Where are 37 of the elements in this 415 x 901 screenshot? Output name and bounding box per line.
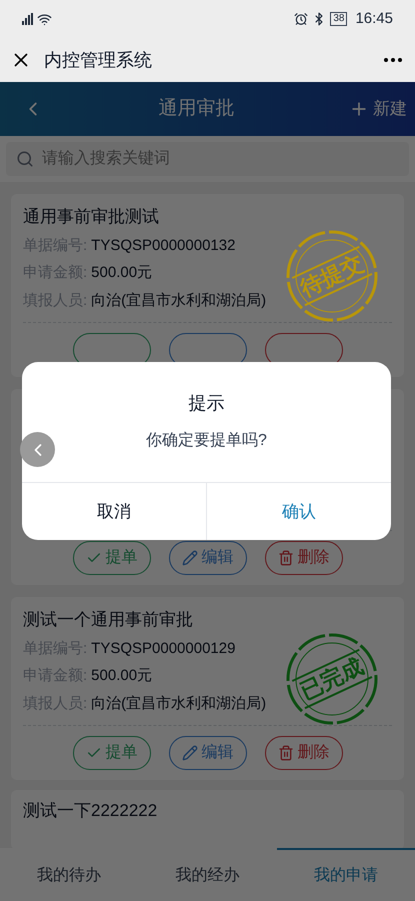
card-title: 测试一个通用事前审批 bbox=[23, 609, 194, 631]
trash-icon bbox=[278, 550, 294, 566]
tab[interactable]: 我的经办 bbox=[138, 848, 277, 901]
field-value: TYSQSP0000000132 bbox=[91, 236, 236, 256]
card-title: 测试一下2222222 bbox=[23, 800, 158, 822]
app-title: 内控管理系统 bbox=[44, 48, 152, 72]
submit-button[interactable]: 提单 bbox=[72, 541, 150, 575]
wifi-icon bbox=[37, 12, 52, 26]
edit-button[interactable]: 编辑 bbox=[168, 541, 246, 575]
page-title: 通用审批 bbox=[158, 96, 236, 121]
tab[interactable]: 我的待办 bbox=[0, 848, 138, 901]
signal-icon bbox=[22, 13, 33, 25]
stamp-text: 待提交 bbox=[292, 246, 372, 306]
confirm-button[interactable]: 确认 bbox=[206, 483, 391, 540]
field-value: 向治(宜昌市水利和湖泊局) bbox=[91, 290, 266, 310]
tab[interactable]: 我的申请 bbox=[276, 848, 415, 901]
dialog-message: 你确定要提单吗? bbox=[146, 430, 267, 451]
alarm-icon bbox=[294, 12, 308, 26]
field-value: 向治(宜昌市水利和湖泊局) bbox=[91, 694, 266, 714]
cancel-button[interactable]: 取消 bbox=[22, 483, 206, 540]
field-value: 500.00元 bbox=[91, 263, 152, 283]
new-button[interactable]: 新建 bbox=[349, 96, 407, 122]
submit-button[interactable]: 提单 bbox=[72, 736, 150, 770]
dialog-title: 提示 bbox=[188, 392, 224, 415]
delete-button[interactable]: 删除 bbox=[264, 541, 342, 575]
search-icon bbox=[16, 150, 34, 168]
stamp-text: 已完成 bbox=[292, 649, 372, 709]
delete-button[interactable]: 删除 bbox=[264, 736, 342, 770]
card-title: 通用事前审批测试 bbox=[23, 206, 160, 228]
pencil-icon bbox=[182, 745, 198, 761]
pencil-icon bbox=[182, 550, 198, 566]
edit-button[interactable]: 编辑 bbox=[168, 736, 246, 770]
field-value: 500.00元 bbox=[91, 666, 152, 686]
clock: 16:45 bbox=[355, 8, 393, 29]
battery-indicator: 38 bbox=[330, 12, 348, 26]
field-value: TYSQSP0000000129 bbox=[91, 638, 236, 658]
trash-icon bbox=[278, 745, 294, 761]
